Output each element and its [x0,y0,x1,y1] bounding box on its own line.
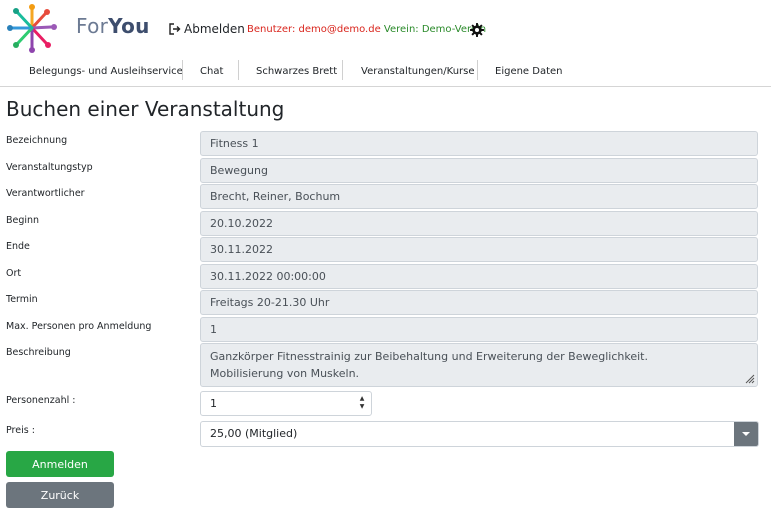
nav-divider [342,60,343,80]
label-beginn: Beginn [6,215,40,226]
foryou-logo[interactable] [5,3,59,53]
field-veranstaltungstyp: Bewegung [200,158,758,183]
logout-label: Abmelden [184,22,245,36]
register-button[interactable]: Anmelden [6,451,114,477]
label-ende: Ende [6,241,30,252]
personenzahl-input[interactable]: 1 ▲ ▼ [200,391,372,416]
label-termin: Termin [6,294,38,305]
nav-item-chat[interactable]: Chat [200,58,223,86]
nav-item-belegungsservice[interactable]: Belegungs- und Ausleihservice [29,58,183,86]
back-button[interactable]: Zurück [6,482,114,508]
label-veranstaltungstyp: Veranstaltungstyp [6,162,93,173]
nav-item-eigene-daten[interactable]: Eigene Daten [495,58,563,86]
description-textarea[interactable]: Ganzkörper Fitnesstrainig zur Beibehaltu… [200,343,758,387]
field-beginn: 20.10.2022 [200,211,758,236]
personenzahl-value: 1 [210,397,217,410]
sign-out-icon [169,23,181,35]
label-preis: Preis : [6,425,35,436]
page-title: Buchen einer Veranstaltung [6,97,285,121]
label-max-personen: Max. Personen pro Anmeldung [6,321,152,332]
description-line-1: Ganzkörper Fitnesstrainig zur Beibehaltu… [210,350,648,363]
chevron-down-icon[interactable] [734,422,758,446]
nav-divider [477,60,478,80]
spinner-arrows-icon[interactable]: ▲ ▼ [358,395,366,412]
field-ort: 30.11.2022 00:00:00 [200,264,758,289]
gear-icon[interactable] [470,23,484,37]
resize-grip-icon[interactable] [743,372,755,384]
logout-link[interactable]: Abmelden [169,22,245,36]
label-personenzahl: Personenzahl : [6,395,76,406]
nav-item-veranstaltungen[interactable]: Veranstaltungen/Kurse [361,58,475,86]
user-info: Benutzer: demo@demo.de Verein: Demo-Vere… [247,24,486,35]
preis-select[interactable]: 25,00 (Mitglied) [200,421,759,447]
header: ForYou Abmelden Benutzer: demo@demo.de V… [0,0,771,58]
field-verantwortlicher: Brecht, Reiner, Bochum [200,184,758,209]
label-beschreibung: Beschreibung [6,347,71,358]
field-termin: Freitags 20-21.30 Uhr [200,290,758,315]
nav-divider [238,60,239,80]
brand-prefix: For [76,14,109,38]
preis-selected: 25,00 (Mitglied) [210,427,298,440]
brand-name: ForYou [76,14,150,38]
description-line-2: Mobilisierung von Muskeln. [210,367,360,380]
user-text: Benutzer: demo@demo.de [247,24,381,35]
label-verantwortlicher: Verantwortlicher [6,188,85,199]
label-ort: Ort [6,268,22,279]
field-max-personen: 1 [200,317,758,342]
label-bezeichnung: Bezeichnung [6,135,68,146]
main-nav: Belegungs- und Ausleihservice Chat Schwa… [0,58,771,87]
nav-item-schwarzes-brett[interactable]: Schwarzes Brett [256,58,337,86]
brand-suffix: You [108,14,150,38]
field-bezeichnung: Fitness 1 [200,131,758,156]
nav-divider [182,60,183,80]
field-ende: 30.11.2022 [200,237,758,262]
